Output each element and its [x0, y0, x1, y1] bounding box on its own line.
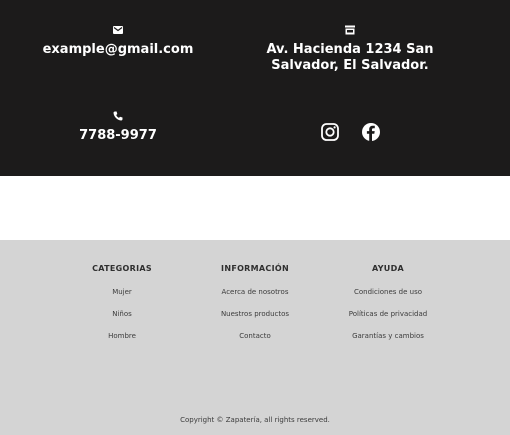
email-text[interactable]: example@gmail.com: [18, 42, 218, 58]
footer-link-privacy[interactable]: Políticas de privacidad: [328, 310, 448, 332]
footer-column-title: INFORMACIÓN: [221, 264, 289, 273]
address-text: Av. Hacienda 1234 San Salvador, El Salva…: [266, 42, 434, 73]
instagram-icon[interactable]: [320, 122, 340, 142]
footer-link-ninos[interactable]: Niños: [72, 310, 172, 332]
email-contact: example@gmail.com: [18, 24, 218, 58]
address-contact: Av. Hacienda 1234 San Salvador, El Salva…: [236, 24, 464, 74]
footer-link-about[interactable]: Acerca de nosotros: [192, 288, 318, 310]
footer-column-title: AYUDA: [371, 264, 405, 273]
footer: CATEGORIAS Mujer Niños Hombre INFORMACIÓ…: [0, 240, 510, 435]
store-icon: [345, 25, 355, 35]
contact-band: example@gmail.com Av. Hacienda 1234 San …: [0, 0, 510, 176]
footer-link-products[interactable]: Nuestros productos: [192, 310, 318, 332]
social-links: [318, 122, 390, 142]
phone-contact: 7788-9977: [18, 110, 218, 144]
footer-column-information: INFORMACIÓN Acerca de nosotros Nuestros …: [192, 264, 318, 354]
footer-link-contact[interactable]: Contacto: [192, 332, 318, 354]
footer-column-categories: CATEGORIAS Mujer Niños Hombre: [72, 264, 172, 354]
footer-link-mujer[interactable]: Mujer: [72, 288, 172, 310]
facebook-icon[interactable]: [361, 122, 381, 142]
footer-column-title: CATEGORIAS: [92, 264, 152, 273]
footer-link-hombre[interactable]: Hombre: [72, 332, 172, 354]
footer-link-terms[interactable]: Condiciones de uso: [328, 288, 448, 310]
spacer: [0, 176, 510, 240]
copyright-text: Copyright © Zapatería, all rights reserv…: [180, 416, 330, 424]
mail-icon: [113, 26, 123, 34]
phone-text[interactable]: 7788-9977: [18, 128, 218, 144]
footer-column-help: AYUDA Condiciones de uso Políticas de pr…: [328, 264, 448, 354]
phone-icon: [113, 111, 123, 121]
footer-link-warranty[interactable]: Garantías y cambios: [328, 332, 448, 354]
